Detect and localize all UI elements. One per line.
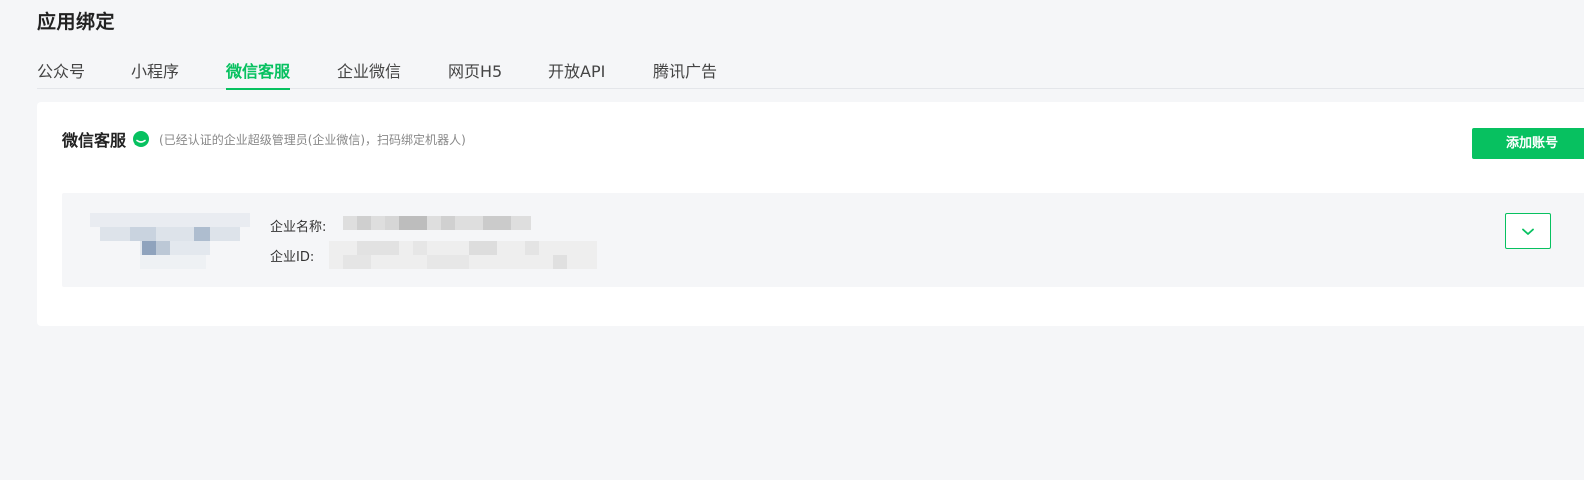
- company-name-label: 企业名称:: [270, 220, 327, 235]
- tab-mini-program[interactable]: 小程序: [131, 58, 179, 89]
- wechat-chat-icon: [132, 130, 150, 148]
- customer-service-card: 微信客服 (已经认证的企业超级管理员(企业微信)，扫码绑定机器人) 添加账号 企…: [37, 102, 1584, 326]
- chevron-down-icon: [1521, 222, 1535, 241]
- expand-account-button[interactable]: [1505, 213, 1551, 249]
- tab-wecom[interactable]: 企业微信: [337, 58, 401, 89]
- app-binding-page: 应用绑定 公众号 小程序 微信客服 企业微信 网页H5 开放API 腾讯广告 微…: [0, 0, 1584, 480]
- section-hint: (已经认证的企业超级管理员(企业微信)，扫码绑定机器人): [159, 132, 466, 147]
- section-header: 微信客服 (已经认证的企业超级管理员(企业微信)，扫码绑定机器人): [62, 128, 466, 150]
- company-id-value-redacted: [329, 241, 597, 273]
- company-name-value-redacted: [343, 215, 531, 234]
- redacted-avatar: [90, 213, 250, 269]
- tab-tencent-ads[interactable]: 腾讯广告: [653, 58, 717, 89]
- page-title: 应用绑定: [37, 11, 116, 33]
- company-id-label: 企业ID:: [270, 250, 315, 265]
- bound-account-row: 企业名称: 企业ID:: [62, 193, 1584, 287]
- section-title: 微信客服: [62, 131, 127, 150]
- tab-official-account[interactable]: 公众号: [37, 58, 85, 89]
- tab-open-api[interactable]: 开放API: [548, 58, 605, 89]
- tab-bar: 公众号 小程序 微信客服 企业微信 网页H5 开放API 腾讯广告: [37, 50, 1584, 90]
- add-account-button[interactable]: 添加账号: [1472, 128, 1584, 159]
- tab-web-h5[interactable]: 网页H5: [448, 58, 502, 89]
- tab-wechat-customer-service[interactable]: 微信客服: [226, 58, 291, 90]
